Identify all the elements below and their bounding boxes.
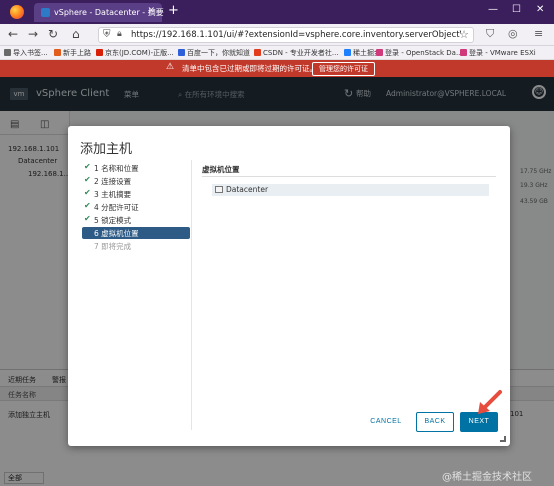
annotation-arrow-icon	[478, 390, 502, 414]
bookmark-item[interactable]: 京东(JD.COM)-正版...	[96, 48, 174, 58]
menu-icon[interactable]: ≡	[534, 27, 543, 40]
shield-icon[interactable]: ⛨	[103, 29, 111, 40]
checkmark-icon: ✔	[84, 175, 91, 184]
back-button[interactable]: BACK	[416, 412, 454, 432]
content-heading: 虚拟机位置	[202, 165, 240, 174]
vsphere-favicon-icon	[41, 8, 50, 17]
bookmark-favicon-icon	[96, 49, 103, 56]
browser-nav-bar: ← → ↻ ⌂ ⛨ 🔒︎ https://192.168.1.101/ui/#?…	[0, 24, 554, 46]
vm-location-tree-node[interactable]: Datacenter	[212, 184, 489, 196]
browser-tab[interactable]: vSphere - Datacenter - 摘要 ✕	[34, 3, 164, 22]
wizard-step-ready: 7 即将完成	[94, 242, 132, 251]
bookmark-favicon-icon	[254, 49, 261, 56]
url-bar[interactable]: ⛨ 🔒︎ https://192.168.1.101/ui/#?extensio…	[98, 27, 474, 43]
back-arrow-icon[interactable]: ←	[8, 27, 18, 41]
wizard-content: 虚拟机位置 Datacenter	[200, 162, 498, 402]
pocket-icon[interactable]: ⛉	[486, 27, 494, 41]
bookmark-favicon-icon	[178, 49, 185, 56]
wizard-step-license[interactable]: ✔ 4 分配许可证	[82, 201, 190, 213]
lock-icon[interactable]: 🔒︎	[117, 29, 122, 39]
home-icon[interactable]: ⌂	[72, 27, 80, 41]
bookmark-star-icon[interactable]: ☆	[459, 28, 469, 41]
checkmark-icon: ✔	[84, 188, 91, 197]
wizard-steps: ✔ 1 名称和位置 ✔ 2 连接设置 ✔ 3 主机摘要 ✔ 4 分配许可证 ✔ …	[80, 160, 192, 430]
license-warning-bar: ⚠ 清单中包含已过期或即将过期的许可证。 管理您的许可证	[0, 60, 554, 77]
wizard-step-host-summary[interactable]: ✔ 3 主机摘要	[82, 188, 190, 200]
bookmark-item[interactable]: 百度一下，你就知道	[178, 48, 250, 58]
firefox-logo-icon	[10, 5, 24, 19]
wizard-step-vm-location[interactable]: 6 虚拟机位置	[82, 227, 190, 239]
bookmark-favicon-icon	[344, 49, 351, 56]
bookmark-item[interactable]: CSDN - 专业开发者社...	[254, 48, 339, 58]
cancel-button[interactable]: CANCEL	[364, 412, 408, 432]
bookmark-item[interactable]: 登录 - OpenStack Da...	[376, 48, 463, 58]
warning-icon: ⚠	[166, 62, 175, 72]
browser-tab-bar: vSphere - Datacenter - 摘要 ✕ + — ☐ ✕	[0, 0, 554, 24]
wizard-step-lockdown[interactable]: ✔ 5 锁定模式	[82, 214, 190, 226]
checkmark-icon: ✔	[84, 201, 91, 210]
bookmark-favicon-icon	[4, 49, 11, 56]
datacenter-folder-icon	[215, 186, 223, 193]
add-host-wizard: 添加主机 ✔ 1 名称和位置 ✔ 2 连接设置 ✔ 3 主机摘要 ✔ 4 分配许…	[68, 126, 510, 446]
minimize-icon[interactable]: —	[488, 4, 498, 15]
manage-licenses-button[interactable]: 管理您的许可证	[312, 62, 375, 76]
reload-icon[interactable]: ↻	[48, 27, 58, 41]
maximize-icon[interactable]: ☐	[512, 4, 521, 15]
checkmark-icon: ✔	[84, 162, 91, 171]
account-icon[interactable]: ◎	[508, 27, 518, 40]
bookmark-item[interactable]: 导入书签...	[4, 48, 48, 58]
forward-arrow-icon[interactable]: →	[28, 27, 38, 41]
new-tab-icon[interactable]: +	[168, 3, 179, 18]
bookmarks-bar: 导入书签... 新手上路 京东(JD.COM)-正版... 百度一下，你就知道 …	[0, 46, 554, 60]
bookmark-favicon-icon	[460, 49, 467, 56]
bookmark-favicon-icon	[54, 49, 61, 56]
close-window-icon[interactable]: ✕	[536, 4, 544, 15]
content-divider	[202, 176, 496, 177]
wizard-step-connection[interactable]: ✔ 2 连接设置	[82, 175, 190, 187]
bookmark-favicon-icon	[376, 49, 383, 56]
bookmark-item[interactable]: 登录 - VMware ESXi	[460, 48, 536, 58]
watermark: @稀土掘金技术社区	[442, 472, 532, 483]
checkmark-icon: ✔	[84, 214, 91, 223]
url-text[interactable]: https://192.168.1.101/ui/#?extensionId=v…	[131, 30, 461, 40]
resize-handle-icon[interactable]	[500, 436, 506, 442]
wizard-title: 添加主机	[80, 142, 133, 157]
warning-message: 清单中包含已过期或即将过期的许可证。	[182, 64, 317, 73]
wizard-step-name-location[interactable]: ✔ 1 名称和位置	[82, 162, 190, 174]
close-tab-icon[interactable]: ✕	[147, 6, 155, 16]
bookmark-item[interactable]: 新手上路	[54, 48, 91, 58]
